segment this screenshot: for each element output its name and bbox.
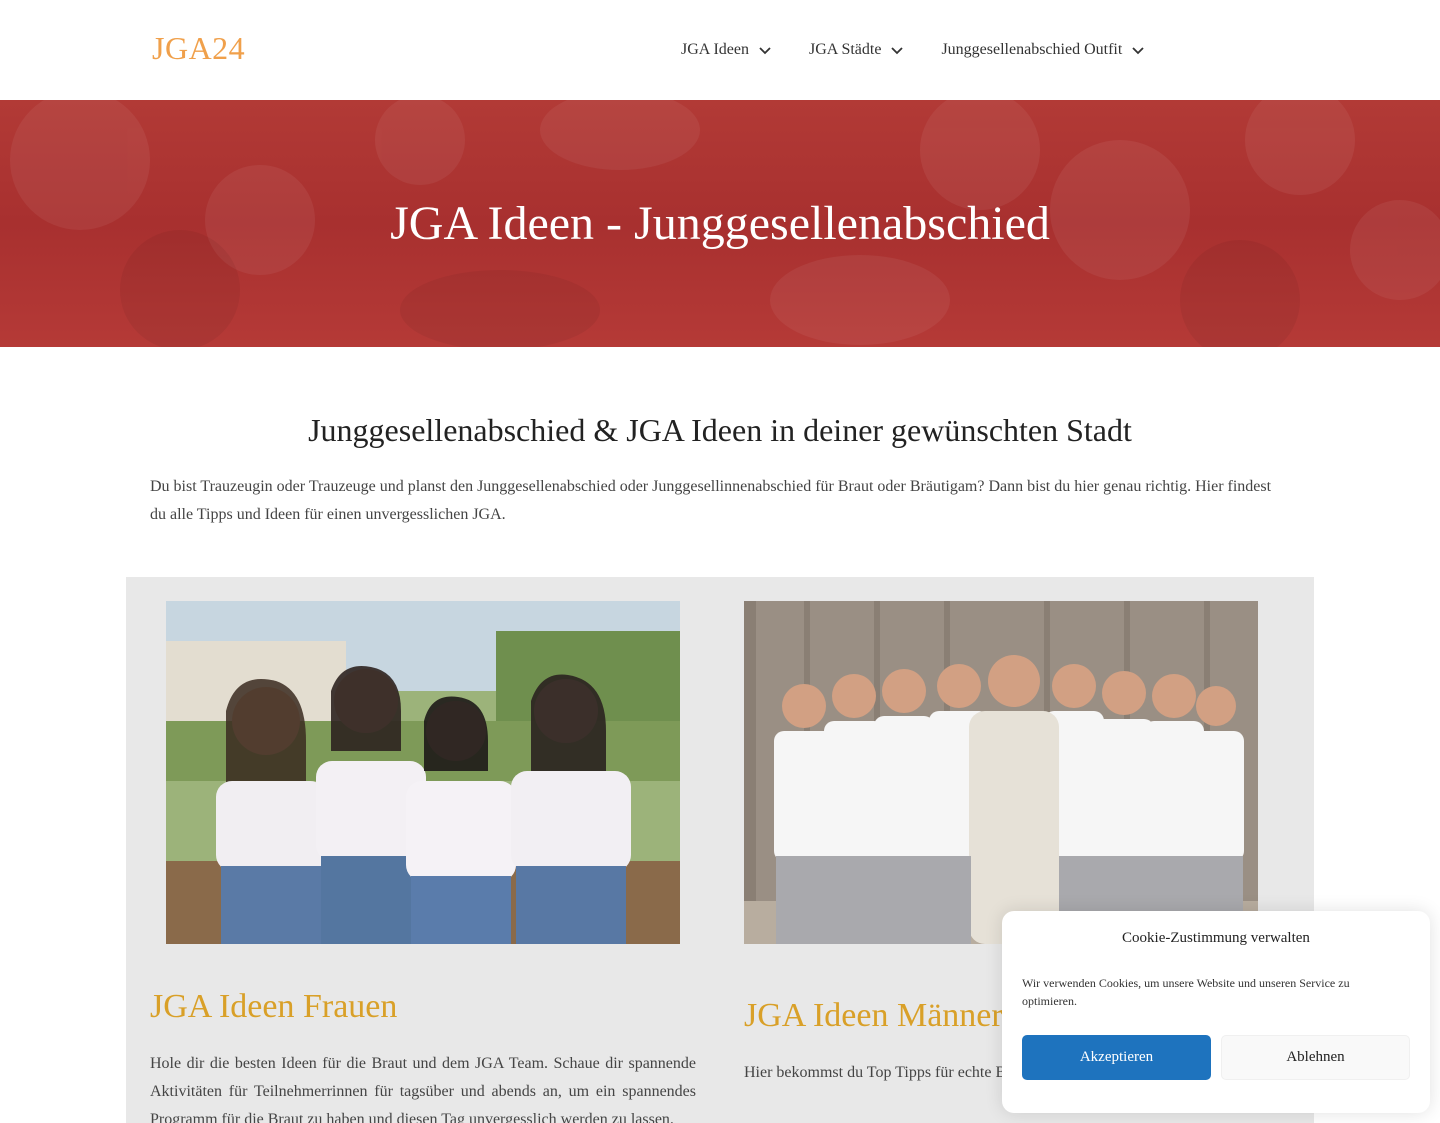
chevron-down-icon: [891, 44, 904, 56]
nav-item-jga-staedte[interactable]: JGA Städte: [808, 41, 904, 59]
card-image-women[interactable]: [166, 601, 680, 944]
site-logo[interactable]: JGA24: [152, 30, 245, 67]
hero-banner: JGA Ideen - Junggesellenabschied: [0, 100, 1440, 347]
cookie-text: Wir verwenden Cookies, um unsere Website…: [1022, 976, 1350, 1008]
intro-paragraph: Du bist Trauzeugin oder Trauzeuge und pl…: [150, 478, 1272, 523]
deny-cookies-button[interactable]: Ablehnen: [1221, 1035, 1410, 1080]
chevron-down-icon: [759, 44, 771, 56]
nav-item-label: JGA Städte: [808, 41, 882, 58]
card-heading-men[interactable]: JGA Ideen Männer: [744, 996, 1003, 1036]
nav-item-label: Junggesellenabschied Outfit: [941, 41, 1123, 58]
card-heading-women[interactable]: JGA Ideen Frauen: [150, 987, 397, 1027]
main-nav: JGA Ideen JGA Städte Junggesellenabschie…: [681, 38, 1144, 62]
chevron-down-icon: [1132, 44, 1144, 56]
card-image-men[interactable]: [744, 601, 1258, 944]
site-header: JGA24 JGA Ideen JGA Städte Junggesellena…: [0, 0, 1440, 100]
section-heading: Junggesellenabschied & JGA Ideen in dein…: [308, 412, 1132, 448]
nav-item-label: JGA Ideen: [681, 41, 749, 58]
page-title: JGA Ideen - Junggesellenabschied: [390, 197, 1050, 250]
accept-cookies-button[interactable]: Akzeptieren: [1022, 1035, 1211, 1080]
cookie-title: Cookie-Zustimmung verwalten: [1122, 930, 1310, 946]
nav-item-jga-ideen[interactable]: JGA Ideen: [681, 41, 771, 59]
card-text-women: Hole dir die besten Ideen für die Braut …: [150, 1055, 696, 1123]
nav-item-outfit[interactable]: Junggesellenabschied Outfit: [941, 41, 1144, 59]
cookie-consent-banner: Cookie-Zustimmung verwalten Wir verwende…: [1002, 911, 1430, 1113]
